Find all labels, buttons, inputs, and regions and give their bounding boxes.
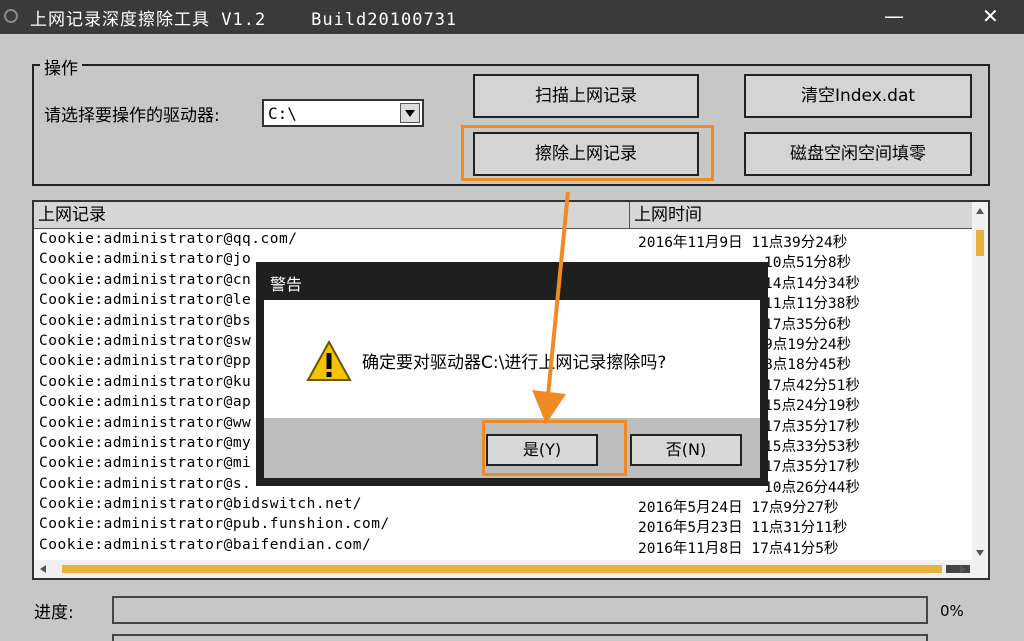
time-cell: 8点18分45秒 <box>764 357 852 374</box>
time-cell: 2016年5月23日 11点31分11秒 <box>638 520 848 537</box>
list-header: 上网记录 上网时间 <box>34 202 974 229</box>
scroll-down-icon[interactable] <box>976 550 984 556</box>
record-cell: Cookie:administrator@jo <box>39 251 252 268</box>
drive-label: 请选择要操作的驱动器: <box>44 106 220 126</box>
record-cell: Cookie:administrator@baifendian.com/ <box>39 536 372 553</box>
clear-index-button[interactable]: 清空Index.dat <box>744 74 972 118</box>
scroll-up-icon[interactable] <box>976 208 984 214</box>
operations-group-title: 操作 <box>40 54 82 79</box>
time-cell: 14点14分34秒 <box>764 275 860 292</box>
progress-value: 0% <box>940 602 964 620</box>
time-cell: 2016年11月8日 17点41分5秒 <box>638 540 839 557</box>
record-cell: Cookie:administrator@cn <box>39 271 252 288</box>
clear-index-button-label: 清空Index.dat <box>800 86 916 106</box>
progress-bar <box>112 596 928 624</box>
scroll-right-icon[interactable] <box>960 565 966 573</box>
horizontal-scroll-thumb[interactable] <box>62 565 942 573</box>
chevron-down-icon[interactable] <box>400 103 420 123</box>
column-header-record[interactable]: 上网记录 <box>34 202 630 228</box>
window-title: 上网记录深度擦除工具 V1.2 Build20100731 <box>30 10 458 30</box>
table-row[interactable]: Cookie:administrator@pub.funshion.com/20… <box>34 515 974 537</box>
table-row[interactable]: Cookie:administrator@baifendian.com/2016… <box>34 536 974 557</box>
time-cell: 11点11分38秒 <box>764 296 860 313</box>
record-cell: Cookie:administrator@pub.funshion.com/ <box>39 516 390 533</box>
title-bar: 上网记录深度擦除工具 V1.2 Build20100731 — ✕ <box>0 0 1024 34</box>
scan-button-label: 扫描上网记录 <box>535 86 637 106</box>
time-cell: 2016年5月24日 17点9分27秒 <box>638 500 839 517</box>
time-cell: 10点26分44秒 <box>764 479 860 496</box>
column-header-time[interactable]: 上网时间 <box>630 202 974 228</box>
scroll-left-icon[interactable] <box>40 565 46 573</box>
record-cell: Cookie:administrator@s. <box>39 475 252 492</box>
bottom-field <box>112 634 928 641</box>
vertical-scroll-thumb[interactable] <box>976 230 984 256</box>
dialog-title: 警告 <box>270 275 303 294</box>
record-cell: Cookie:administrator@qq.com/ <box>39 231 298 247</box>
horizontal-scrollbar[interactable] <box>34 560 988 578</box>
record-cell: Cookie:administrator@ap <box>39 394 252 411</box>
close-button[interactable]: ✕ <box>982 4 999 28</box>
time-cell: 17点35分17秒 <box>764 459 860 476</box>
progress-label: 进度: <box>34 603 74 623</box>
minimize-button[interactable]: — <box>884 4 904 28</box>
yes-button-highlight <box>482 420 627 476</box>
record-cell: Cookie:administrator@sw <box>39 332 252 349</box>
dialog-message: 确定要对驱动器C:\进行上网记录擦除吗? <box>362 353 667 373</box>
time-cell: 17点42分51秒 <box>764 377 860 394</box>
time-cell: 17点35分6秒 <box>764 316 852 333</box>
erase-button-highlight <box>461 125 714 181</box>
table-row[interactable]: Cookie:administrator@bidswitch.net/2016年… <box>34 495 974 517</box>
record-cell: Cookie:administrator@pp <box>39 353 252 370</box>
record-cell: Cookie:administrator@bs <box>39 312 252 329</box>
record-cell: Cookie:administrator@ww <box>39 414 252 431</box>
time-cell: 15点33分53秒 <box>764 438 860 455</box>
time-cell: 17点35分17秒 <box>764 418 860 435</box>
drive-select[interactable]: C:\ <box>262 99 424 127</box>
record-cell: Cookie:administrator@le <box>39 292 252 309</box>
horizontal-scroll-end <box>946 565 970 573</box>
time-cell: 15点24分19秒 <box>764 398 860 415</box>
app-icon <box>4 9 18 23</box>
time-cell: 10点51分8秒 <box>764 255 852 272</box>
fill-free-space-button-label: 磁盘空闲空间填零 <box>790 144 926 164</box>
fill-free-space-button[interactable]: 磁盘空闲空间填零 <box>744 132 972 176</box>
vertical-scrollbar[interactable] <box>972 202 988 562</box>
time-cell: 2016年11月9日 11点39分24秒 <box>638 235 848 251</box>
time-cell: 9点19分24秒 <box>764 336 852 353</box>
warning-icon <box>306 340 352 381</box>
dialog-body: 确定要对驱动器C:\进行上网记录擦除吗? <box>264 300 760 418</box>
drive-select-value: C:\ <box>268 104 297 123</box>
record-cell: Cookie:administrator@bidswitch.net/ <box>39 496 363 513</box>
record-cell: Cookie:administrator@ku <box>39 373 252 390</box>
record-cell: Cookie:administrator@mi <box>39 455 252 472</box>
scan-button[interactable]: 扫描上网记录 <box>473 74 699 118</box>
record-cell: Cookie:administrator@my <box>39 434 252 451</box>
table-row[interactable]: Cookie:administrator@qq.com/2016年11月9日 1… <box>34 230 974 251</box>
no-button[interactable]: 否(N) <box>630 434 742 466</box>
